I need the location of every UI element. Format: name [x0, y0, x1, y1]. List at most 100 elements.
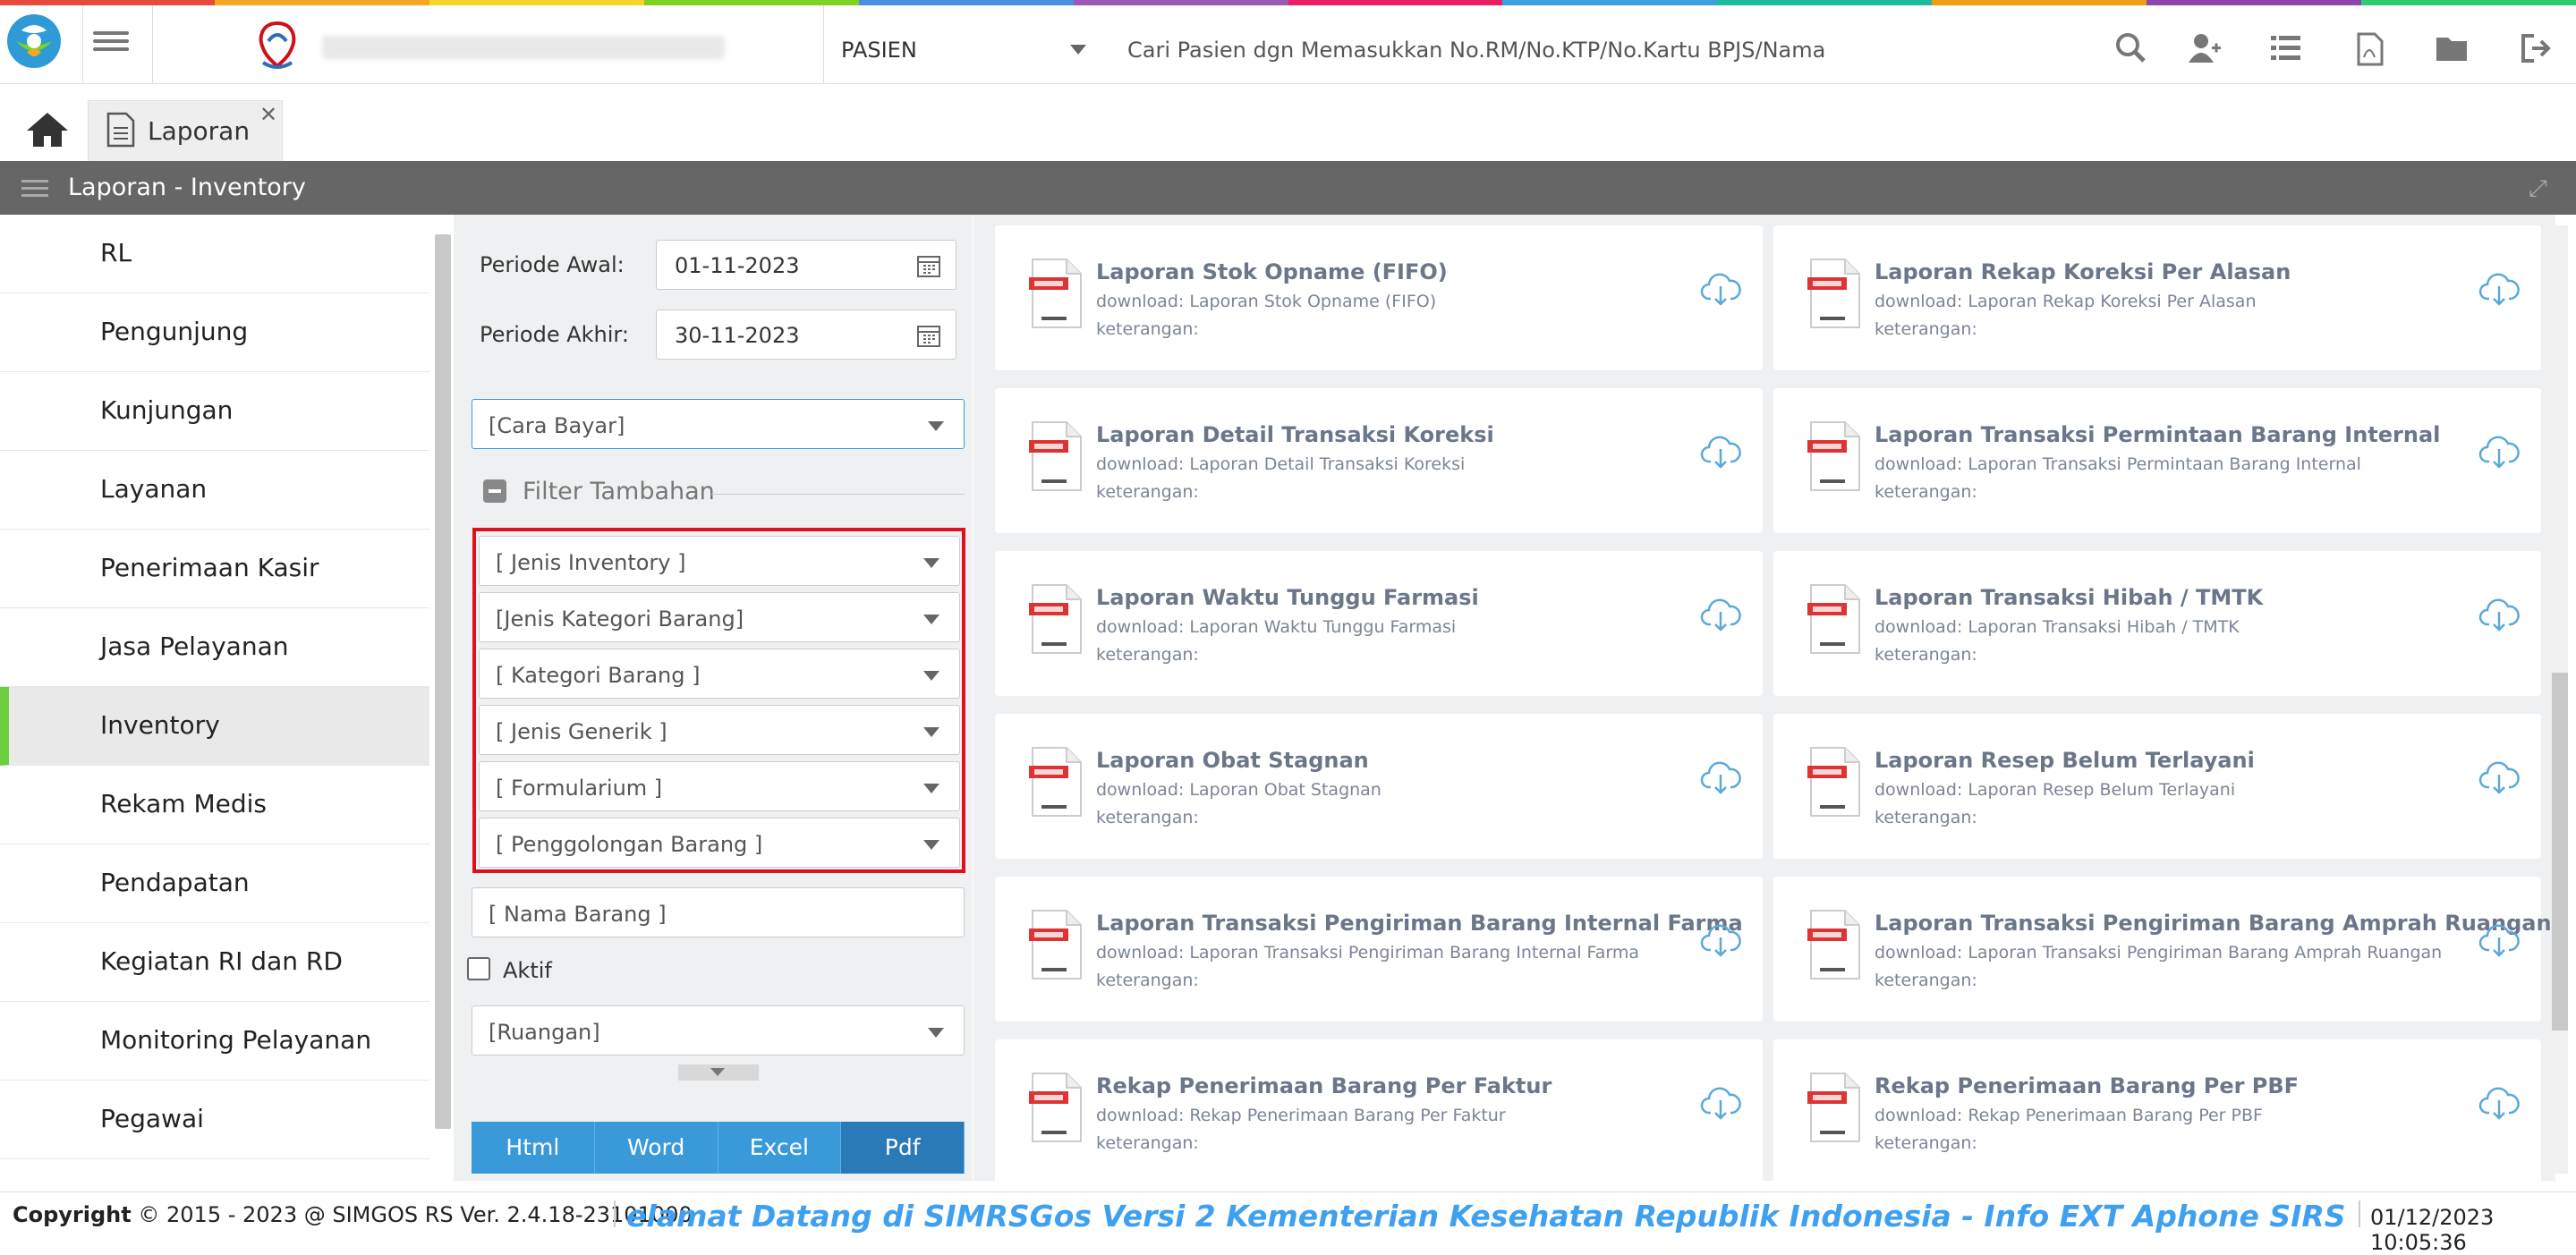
sidebar-item[interactable]: Kegiatan RI dan RD	[0, 923, 429, 1002]
close-icon[interactable]: ✕	[259, 102, 277, 127]
folder-icon[interactable]	[2434, 30, 2470, 66]
cloud-download-icon[interactable]	[2478, 759, 2520, 794]
kategori-barang-select[interactable]: [ Kategori Barang ]	[479, 649, 960, 699]
sidebar-item[interactable]: Pendapatan	[0, 844, 429, 923]
aktif-label: Aktif	[503, 958, 552, 983]
divider	[711, 494, 965, 495]
penggolongan-barang-select[interactable]: [ Penggolongan Barang ]	[479, 818, 960, 868]
select-value: [ Kategori Barang ]	[496, 663, 701, 688]
cloud-download-icon[interactable]	[2478, 1084, 2520, 1120]
filter-tambahan-title: Filter Tambahan	[523, 478, 715, 505]
jenis-generik-select[interactable]: [ Jenis Generik ]	[479, 705, 960, 755]
jenis-kategori-barang-select[interactable]: [Jenis Kategori Barang]	[479, 592, 960, 642]
report-keterangan: keterangan:	[1875, 808, 1977, 827]
report-title[interactable]: Laporan Transaksi Pengiriman Barang Ampr…	[1875, 911, 2552, 936]
formularium-select[interactable]: [ Formularium ]	[479, 761, 960, 811]
sidebar-item-label: Inventory	[100, 710, 220, 740]
export-word-button[interactable]: Word	[594, 1122, 718, 1174]
cloud-download-icon[interactable]	[2478, 921, 2520, 957]
cloud-download-icon[interactable]	[1700, 270, 1741, 306]
cloud-download-icon[interactable]	[2478, 596, 2520, 632]
report-card[interactable]: Laporan Transaksi Permintaan Barang Inte…	[1773, 388, 2541, 533]
calendar-icon[interactable]	[916, 323, 941, 348]
sidebar-item[interactable]: Pegawai	[0, 1081, 429, 1159]
report-title[interactable]: Laporan Resep Belum Terlayani	[1875, 748, 2255, 773]
cloud-download-icon[interactable]	[1700, 433, 1741, 469]
chevron-down-icon[interactable]	[1070, 45, 1086, 55]
periode-akhir-input[interactable]: 30-11-2023	[656, 310, 956, 360]
cloud-download-icon[interactable]	[2478, 433, 2520, 469]
report-title[interactable]: Laporan Stok Opname (FIFO)	[1096, 259, 1448, 284]
report-title[interactable]: Laporan Waktu Tunggu Farmasi	[1096, 585, 1479, 610]
pdf-file-icon[interactable]	[2351, 30, 2387, 66]
report-title[interactable]: Rekap Penerimaan Barang Per PBF	[1875, 1073, 2299, 1098]
report-card[interactable]: Laporan Stok Opname (FIFO) download: Lapo…	[995, 225, 1763, 370]
sidebar-item[interactable]: Penerimaan Kasir	[0, 530, 429, 608]
sidebar-item[interactable]: Rekam Medis	[0, 766, 429, 844]
sidebar-scrollbar[interactable]	[435, 234, 451, 1129]
logout-icon[interactable]	[2518, 30, 2554, 66]
report-card[interactable]: Laporan Detail Transaksi Koreksi download…	[995, 388, 1763, 533]
periode-awal-input[interactable]: 01-11-2023	[656, 240, 956, 290]
home-icon[interactable]	[25, 109, 70, 148]
report-title[interactable]: Laporan Transaksi Pengiriman Barang Inte…	[1096, 911, 1743, 936]
cloud-download-icon[interactable]	[1700, 596, 1741, 632]
report-title[interactable]: Laporan Transaksi Permintaan Barang Inte…	[1875, 422, 2440, 447]
report-card[interactable]: Rekap Penerimaan Barang Per PBF download:…	[1773, 1039, 2541, 1184]
collapse-icon[interactable]	[483, 479, 506, 503]
sidebar-item[interactable]: Inventory	[0, 687, 429, 766]
jenis-inventory-select[interactable]: [ Jenis Inventory ]	[479, 536, 960, 586]
report-file-icon	[1807, 1072, 1861, 1143]
show-more-button[interactable]	[678, 1064, 759, 1081]
hospital-name-blurred	[322, 36, 725, 59]
export-excel-button[interactable]: Excel	[718, 1122, 842, 1174]
search-icon[interactable]	[2113, 30, 2149, 66]
sidebar-item[interactable]: Kunjungan	[0, 372, 429, 451]
report-title[interactable]: Rekap Penerimaan Barang Per Faktur	[1096, 1073, 1552, 1098]
periode-awal-value: 01-11-2023	[675, 253, 800, 278]
report-title[interactable]: Laporan Transaksi Hibah / TMTK	[1875, 585, 2263, 610]
patient-search-input[interactable]: Cari Pasien dgn Memasukkan No.RM/No.KTP/…	[1127, 38, 1825, 63]
report-card[interactable]: Laporan Transaksi Pengiriman Barang Ampr…	[1773, 877, 2552, 1022]
report-file-icon	[1807, 420, 1861, 492]
sidebar-item[interactable]: Layanan	[0, 451, 429, 530]
periode-akhir-value: 30-11-2023	[675, 323, 800, 348]
cloud-download-icon[interactable]	[1700, 1084, 1741, 1120]
ruangan-select[interactable]: [Ruangan]	[472, 1005, 965, 1056]
report-title[interactable]: Laporan Rekap Koreksi Per Alasan	[1875, 259, 2291, 284]
calendar-icon[interactable]	[916, 253, 941, 278]
report-card[interactable]: Laporan Obat Stagnan download: Laporan Ob…	[995, 714, 1763, 859]
select-value: [ Penggolongan Barang ]	[496, 832, 763, 857]
cloud-download-icon[interactable]	[2478, 270, 2520, 306]
menu-toggle-icon[interactable]	[93, 27, 129, 54]
report-card[interactable]: Laporan Rekap Koreksi Per Alasan download…	[1773, 225, 2541, 370]
report-card[interactable]: Laporan Waktu Tunggu Farmasi download: La…	[995, 551, 1763, 696]
list-icon[interactable]	[2267, 30, 2303, 66]
add-user-icon[interactable]	[2187, 30, 2223, 66]
menu-icon[interactable]	[21, 175, 48, 201]
copyright: Copyright © 2015 - 2023 @ SIMGOS RS Ver.…	[13, 1202, 693, 1227]
scrollbar-thumb[interactable]	[2552, 673, 2568, 1030]
search-mode-select[interactable]: PASIEN	[841, 38, 917, 63]
sidebar-item[interactable]: Monitoring Pelayanan	[0, 1002, 429, 1081]
sidebar-item[interactable]: Pengunjung	[0, 293, 429, 372]
nama-barang-input[interactable]: [ Nama Barang ]	[472, 887, 965, 937]
report-card[interactable]: Laporan Transaksi Pengiriman Barang Inte…	[995, 877, 1763, 1022]
report-card[interactable]: Rekap Penerimaan Barang Per Faktur downlo…	[995, 1039, 1763, 1184]
export-pdf-button[interactable]: Pdf	[841, 1122, 965, 1174]
cloud-download-icon[interactable]	[1700, 759, 1741, 794]
sidebar-item[interactable]: Jasa Pelayanan	[0, 608, 429, 687]
aktif-checkbox[interactable]	[467, 957, 490, 980]
report-title[interactable]: Laporan Detail Transaksi Koreksi	[1096, 422, 1494, 447]
expand-icon[interactable]: ⤢	[2529, 175, 2547, 203]
report-card[interactable]: Laporan Resep Belum Terlayani download: L…	[1773, 714, 2541, 859]
cloud-download-icon[interactable]	[1700, 921, 1741, 957]
report-title[interactable]: Laporan Obat Stagnan	[1096, 748, 1369, 773]
sidebar-item[interactable]: RL	[0, 215, 429, 293]
report-card[interactable]: Laporan Transaksi Hibah / TMTK download: …	[1773, 551, 2541, 696]
chevron-down-icon	[928, 421, 944, 431]
nama-barang-placeholder: [ Nama Barang ]	[489, 902, 667, 927]
report-category-sidebar: RL Pengunjung Kunjungan Layanan Penerimaan K…	[0, 215, 429, 1163]
export-html-button[interactable]: Html	[472, 1122, 595, 1174]
cara-bayar-select[interactable]: [Cara Bayar]	[472, 399, 965, 449]
